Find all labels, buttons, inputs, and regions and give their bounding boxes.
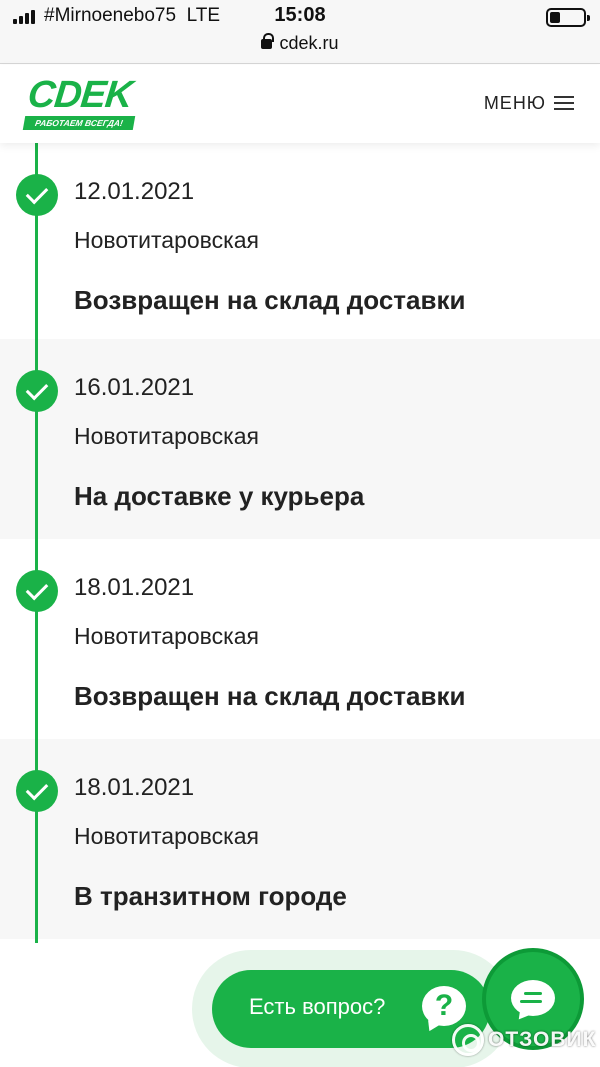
event-city: Новотитаровская xyxy=(74,823,259,849)
event-status: Возвращен на склад доставки xyxy=(74,285,466,315)
url-text: cdek.ru xyxy=(279,33,339,53)
status-bar: #Mirnoenebo75 LTE 15:08 cdek.ru xyxy=(0,0,600,64)
menu-label: МЕНЮ xyxy=(483,92,546,113)
ask-question-label: Есть вопрос? xyxy=(249,994,386,1019)
otzovik-watermark: ОТЗОВИК xyxy=(452,1022,596,1058)
event-status: Возвращен на склад доставки xyxy=(74,681,466,711)
watermark-logo-icon xyxy=(452,1024,484,1056)
event-status: На доставке у курьера xyxy=(74,481,365,511)
ask-question-button[interactable]: Есть вопрос? ? xyxy=(212,970,490,1048)
event-city: Новотитаровская xyxy=(74,227,259,253)
burger-menu-icon xyxy=(554,96,574,110)
event-city: Новотитаровская xyxy=(74,423,259,449)
question-icon: ? xyxy=(422,986,466,1026)
address-bar[interactable]: cdek.ru xyxy=(0,33,600,54)
timeline-line xyxy=(35,143,38,943)
battery-icon xyxy=(546,8,590,27)
tracking-timeline: 12.01.2021 Новотитаровская Возвращен на … xyxy=(0,143,600,943)
event-date: 18.01.2021 xyxy=(74,574,195,601)
timeline-event: 18.01.2021 Новотитаровская Возвращен на … xyxy=(0,539,600,739)
timeline-event: 16.01.2021 Новотитаровская На доставке у… xyxy=(0,339,600,539)
logo-text: CDEK xyxy=(25,74,134,116)
event-city: Новотитаровская xyxy=(74,623,259,649)
timeline-event: 18.01.2021 Новотитаровская В транзитном … xyxy=(0,739,600,939)
event-date: 16.01.2021 xyxy=(74,374,195,401)
menu-button[interactable]: МЕНЮ xyxy=(484,91,574,115)
logo-slogan: РАБОТАЕМ ВСЕГДА! xyxy=(22,116,136,130)
check-icon xyxy=(16,770,58,812)
event-date: 18.01.2021 xyxy=(74,774,195,801)
event-date: 12.01.2021 xyxy=(74,178,195,205)
check-icon xyxy=(16,370,58,412)
check-icon xyxy=(16,174,58,216)
status-time: 15:08 xyxy=(274,4,326,26)
event-status: В транзитном городе xyxy=(74,881,347,911)
chat-icon xyxy=(511,980,555,1016)
site-header: CDEK РАБОТАЕМ ВСЕГДА! МЕНЮ xyxy=(0,65,600,143)
lock-icon xyxy=(261,33,275,49)
cdek-logo[interactable]: CDEK РАБОТАЕМ ВСЕГДА! xyxy=(22,74,142,132)
timeline-event: 12.01.2021 Новотитаровская Возвращен на … xyxy=(0,143,600,343)
watermark-text: ОТЗОВИК xyxy=(488,1028,597,1051)
check-icon xyxy=(16,570,58,612)
